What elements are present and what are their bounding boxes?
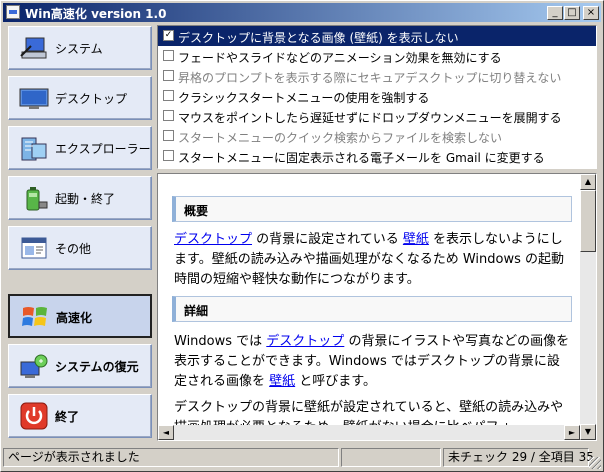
check-label: 昇格のプロンプトを表示する際にセキュアデスクトップに切り替えない (178, 71, 562, 85)
restore-icon (20, 354, 48, 378)
heading-text: 詳細 (184, 304, 209, 318)
nav-label: エクスプローラー (55, 142, 151, 156)
check-item[interactable]: マウスをポイントしたら遅延せずにドロップダウンメニューを展開する (158, 106, 596, 126)
checkbox[interactable]: ✓ (163, 30, 174, 41)
paragraph-text: Windows では (174, 334, 267, 349)
heading-text: 概要 (184, 204, 209, 218)
nav-startup-button[interactable]: 起動・終了 (8, 176, 152, 220)
wallpaper-link[interactable]: 壁紙 (403, 232, 429, 247)
power-icon (20, 402, 48, 430)
wallpaper-link[interactable]: 壁紙 (269, 374, 295, 389)
resize-grip[interactable] (589, 457, 601, 469)
check-label: マウスをポイントしたら遅延せずにドロップダウンメニューを展開する (178, 111, 562, 125)
scroll-right-button[interactable]: ► (564, 425, 580, 440)
checkbox[interactable] (163, 110, 174, 121)
battery-icon (26, 187, 48, 211)
nav-other-button[interactable]: その他 (8, 226, 152, 270)
nav-label: 起動・終了 (55, 192, 116, 206)
description-pane: 概要 デスクトップ の背景に設定されている 壁紙 を表示しないようにします。壁紙… (157, 173, 597, 441)
monitor-icon (19, 88, 49, 109)
checkbox[interactable] (163, 70, 174, 81)
close-button[interactable]: × (583, 6, 599, 20)
computer-icon (20, 37, 47, 59)
check-label: スタートメニューに固定表示される電子メールを Gmail に変更する (178, 151, 545, 165)
minimize-button[interactable]: _ (547, 6, 563, 20)
nav-explorer-button[interactable]: エクスプローラー (8, 126, 152, 170)
paragraph: Windows では デスクトップ の背景にイラストや写真などの画像を表示するこ… (174, 332, 572, 392)
check-item[interactable]: 昇格のプロンプトを表示する際にセキュアデスクトップに切り替えない (158, 66, 596, 86)
nav-label: システムの復元 (55, 360, 139, 374)
paragraph: デスクトップ の背景に設定されている 壁紙 を表示しないようにします。壁紙の読み… (174, 230, 572, 290)
settings-checklist: ✓ デスクトップに背景となる画像 (壁紙) を表示しない フェードやスライドなど… (157, 25, 597, 169)
scroll-left-button[interactable]: ◄ (158, 425, 174, 440)
nav-restore-button[interactable]: システムの復元 (8, 344, 152, 388)
desktop-link[interactable]: デスクトップ (174, 232, 252, 247)
status-bar: ページが表示されました 未チェック 29 / 全項目 35 (3, 447, 601, 469)
nav-label: 高速化 (56, 311, 93, 325)
scroll-thumb[interactable] (580, 190, 596, 252)
horizontal-scrollbar[interactable]: ◄ ► (158, 425, 580, 440)
nav-label: デスクトップ (55, 92, 128, 106)
nav-desktop-button[interactable]: デスクトップ (8, 76, 152, 120)
check-item[interactable]: クラシックスタートメニューの使用を強制する (158, 86, 596, 106)
windows-flag-icon (22, 307, 47, 326)
check-item[interactable]: スタートメニューのクイック検索からファイルを検索しない (158, 126, 596, 146)
status-message: ページが表示されました (3, 448, 339, 467)
check-label: デスクトップに背景となる画像 (壁紙) を表示しない (178, 31, 459, 45)
explorer-icon (21, 137, 47, 161)
window-title: Win高速化 version 1.0 (25, 7, 167, 21)
nav-label: システム (55, 42, 103, 56)
app-window: Win高速化 version 1.0 _ □ × システム デスクトップ エクス… (0, 0, 604, 472)
maximize-button[interactable]: □ (564, 6, 580, 20)
nav-label: その他 (55, 242, 92, 256)
nav-speedup-button[interactable]: 高速化 (8, 294, 152, 338)
check-label: フェードやスライドなどのアニメーション効果を無効にする (178, 51, 502, 65)
checkbox[interactable] (163, 50, 174, 61)
checkbox[interactable] (163, 130, 174, 141)
check-label: クラシックスタートメニューの使用を強制する (178, 91, 430, 105)
check-item[interactable]: フェードやスライドなどのアニメーション効果を無効にする (158, 46, 596, 66)
section-heading: 詳細 (172, 296, 572, 322)
paragraph-text: と呼びます。 (295, 374, 376, 389)
check-item[interactable]: ✓ デスクトップに背景となる画像 (壁紙) を表示しない (158, 26, 596, 46)
app-icon (6, 5, 20, 19)
nav-exit-button[interactable]: 終了 (8, 394, 152, 438)
desktop-link[interactable]: デスクトップ (266, 334, 344, 349)
nav-system-button[interactable]: システム (8, 26, 152, 70)
scroll-down-button[interactable]: ▼ (580, 424, 596, 440)
checkbox[interactable] (163, 150, 174, 161)
paragraph-text: の背景に設定されている (252, 232, 403, 247)
window-icon (21, 237, 47, 259)
check-item[interactable]: スタートメニューに固定表示される電子メールを Gmail に変更する (158, 146, 596, 166)
status-counts: 未チェック 29 / 全項目 35 (443, 448, 594, 467)
status-blank-cell (341, 448, 441, 467)
check-label: スタートメニューのクイック検索からファイルを検索しない (178, 131, 503, 145)
title-bar[interactable]: Win高速化 version 1.0 _ □ × (3, 3, 601, 22)
nav-label: 終了 (55, 410, 80, 424)
scroll-up-button[interactable]: ▲ (580, 174, 596, 190)
vertical-scrollbar[interactable]: ▲ ▼ (580, 174, 596, 440)
section-heading: 概要 (172, 196, 572, 222)
checkbox[interactable] (163, 90, 174, 101)
